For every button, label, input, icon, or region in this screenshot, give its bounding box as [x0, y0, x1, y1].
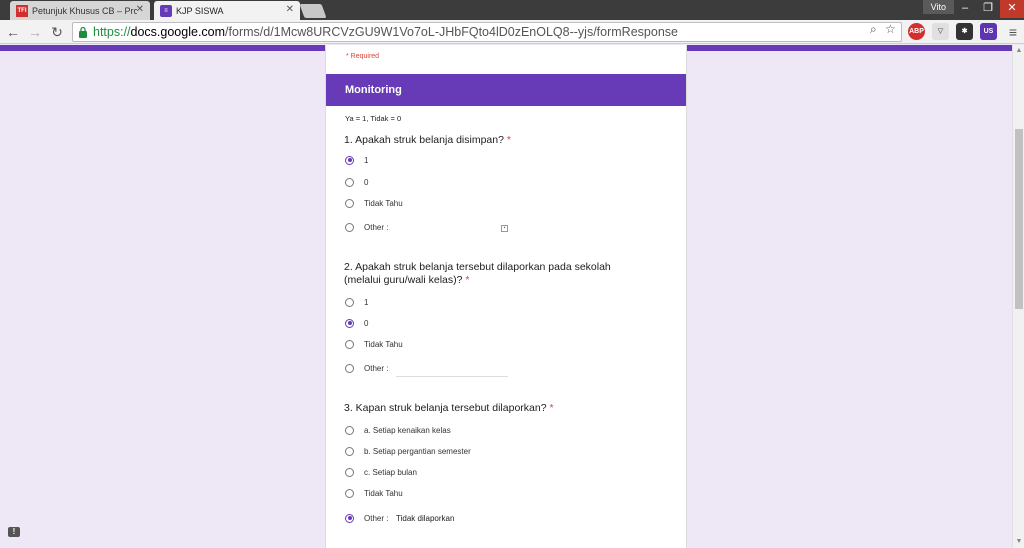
radio[interactable]: [345, 363, 354, 373]
option-label: b. Setiap pergantian semester: [364, 446, 471, 456]
address-bar[interactable]: https://docs.google.com/forms/d/1Mcw8URC…: [72, 22, 902, 42]
lock-icon: [79, 26, 87, 38]
close-tab-icon[interactable]: ✕: [286, 4, 294, 15]
question-text: 1. Apakah struk belanja disimpan?: [344, 134, 504, 146]
option-label: Other :: [364, 363, 389, 373]
option-label: 1: [364, 297, 369, 307]
tab-title: Petunjuk Khusus CB – Pro: [32, 5, 137, 16]
section-description: Ya = 1, Tidak = 0: [345, 114, 402, 123]
option-label: a. Setiap kenaikan kelas: [364, 425, 451, 435]
q2-option-1[interactable]: 1: [345, 295, 368, 309]
q3-other-input[interactable]: Tidak dilaporkan: [396, 513, 508, 525]
section-title: Monitoring: [326, 74, 686, 106]
option-label: Tidak Tahu: [364, 339, 403, 349]
scroll-up-arrow-icon[interactable]: ▲: [1013, 45, 1024, 57]
option-label: 1: [364, 155, 369, 165]
question-2-title: 2. Apakah struk belanja tersebut dilapor…: [344, 261, 644, 287]
option-label: c. Setiap bulan: [364, 467, 417, 477]
feedback-icon[interactable]: !: [8, 527, 20, 537]
input-helper-icon: ▪: [501, 225, 508, 232]
back-arrow-icon[interactable]: ←: [4, 23, 22, 41]
tab-strip: TFI Petunjuk Khusus CB – Pro ✕ ≡ KJP SIS…: [0, 0, 1024, 20]
radio[interactable]: [345, 177, 354, 187]
puzzle-extension-icon[interactable]: ✱: [956, 23, 973, 40]
radio[interactable]: [345, 222, 354, 232]
question-3-title: 3. Kapan struk belanja tersebut dilapork…: [344, 402, 644, 415]
search-icon[interactable]: ⌕: [870, 22, 877, 37]
radio[interactable]: [345, 297, 354, 307]
option-label: 0: [364, 177, 369, 187]
radio[interactable]: [345, 339, 354, 349]
new-tab-button[interactable]: [299, 4, 327, 18]
q3-option-other[interactable]: Other :: [345, 511, 388, 525]
us-extension-icon[interactable]: US: [980, 23, 997, 40]
radio[interactable]: [345, 488, 354, 498]
profile-button[interactable]: Vito: [922, 0, 954, 14]
radio-selected[interactable]: [345, 155, 354, 165]
radio-selected[interactable]: [345, 318, 354, 328]
restore-icon[interactable]: ❐: [977, 0, 999, 18]
shield-icon[interactable]: ▽: [932, 23, 949, 40]
required-mark: *: [549, 402, 554, 414]
close-tab-icon[interactable]: ✕: [136, 4, 144, 15]
required-mark: *: [506, 134, 511, 146]
url-host: docs.google.com: [130, 25, 226, 39]
required-note: * Required: [346, 53, 380, 60]
forms-icon: ≡: [160, 4, 172, 17]
bookmark-star-icon[interactable]: ☆: [885, 22, 896, 36]
question-text: 2. Apakah struk belanja tersebut dilapor…: [344, 261, 611, 286]
menu-icon[interactable]: ≡: [1004, 23, 1022, 41]
q3-option-c[interactable]: c. Setiap bulan: [345, 465, 417, 479]
question-1-title: 1. Apakah struk belanja disimpan? *: [344, 134, 644, 147]
url-path: /forms/d/1Mcw8URCVzGU9W1Vo7oL-JHbFQto4lD…: [225, 25, 678, 39]
q1-option-0[interactable]: 0: [345, 175, 368, 189]
option-label: 0: [364, 318, 369, 328]
question-text: 3. Kapan struk belanja tersebut dilapork…: [344, 402, 547, 414]
q3-option-a[interactable]: a. Setiap kenaikan kelas: [345, 423, 451, 437]
radio-selected[interactable]: [345, 513, 354, 523]
required-mark: *: [465, 274, 470, 286]
url-scheme: https://: [93, 25, 131, 39]
radio[interactable]: [345, 467, 354, 477]
q2-option-other[interactable]: Other :: [345, 361, 388, 375]
radio[interactable]: [345, 425, 354, 435]
close-window-icon[interactable]: ✕: [1000, 0, 1024, 18]
page-scrollbar[interactable]: ▲ ▼: [1012, 45, 1024, 548]
form-card: * Required Monitoring Ya = 1, Tidak = 0 …: [325, 45, 687, 548]
tab-title: KJP SISWA: [176, 5, 224, 16]
q1-option-tidak-tahu[interactable]: Tidak Tahu: [345, 196, 403, 210]
q3-option-b[interactable]: b. Setiap pergantian semester: [345, 444, 471, 458]
q2-option-0[interactable]: 0: [345, 316, 368, 330]
q2-option-tidak-tahu[interactable]: Tidak Tahu: [345, 337, 403, 351]
browser-tab-kjp-siswa[interactable]: ≡ KJP SISWA ✕: [154, 1, 300, 20]
browser-tab-petunjuk[interactable]: TFI Petunjuk Khusus CB – Pro ✕: [10, 1, 150, 20]
radio[interactable]: [345, 198, 354, 208]
radio[interactable]: [345, 446, 354, 456]
option-label: Tidak Tahu: [364, 198, 403, 208]
option-label: Other :: [364, 222, 389, 232]
scroll-down-arrow-icon[interactable]: ▼: [1013, 536, 1024, 548]
scrollbar-thumb[interactable]: [1015, 129, 1023, 309]
tfi-favicon-icon: TFI: [16, 4, 28, 17]
minimize-icon[interactable]: –: [954, 0, 976, 18]
q1-option-1[interactable]: 1: [345, 153, 368, 167]
forward-arrow-icon[interactable]: →: [26, 23, 44, 41]
reload-icon[interactable]: ↻: [48, 23, 66, 41]
q1-option-other[interactable]: Other :: [345, 220, 388, 234]
q2-other-input[interactable]: [396, 365, 508, 377]
browser-toolbar: ← → ↻ https://docs.google.com/forms/d/1M…: [0, 20, 1024, 44]
option-label: Other :: [364, 513, 389, 523]
adblock-plus-icon[interactable]: ABP: [908, 23, 925, 40]
option-label: Tidak Tahu: [364, 488, 403, 498]
q3-option-tidak-tahu[interactable]: Tidak Tahu: [345, 486, 403, 500]
